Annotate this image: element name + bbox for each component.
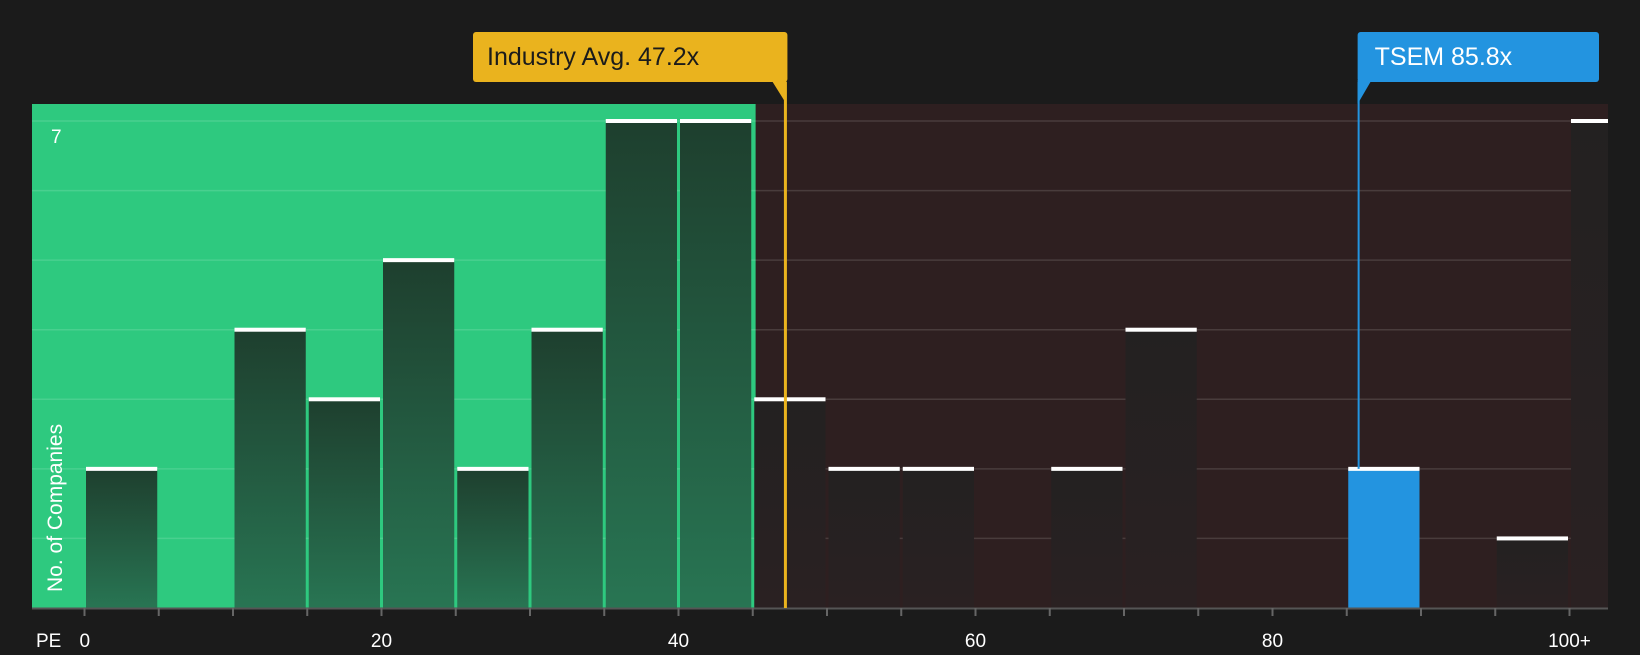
histogram-bar-top: [1051, 466, 1123, 471]
x-tick-label: 80: [1262, 631, 1283, 650]
histogram-bar-top: [1571, 119, 1608, 123]
histogram-bar-top: [234, 327, 306, 332]
histogram-bar-top: [754, 397, 826, 402]
y-tick-label: 7: [51, 127, 62, 148]
histogram-bar: [1125, 329, 1197, 608]
histogram-bar: [754, 399, 826, 608]
histogram-bar: [531, 329, 603, 608]
histogram-bar: [1348, 468, 1420, 608]
histogram-bar-top: [457, 466, 529, 471]
histogram-bar-top: [680, 119, 752, 123]
company-label: TSEM 85.8x: [1375, 43, 1513, 71]
histogram-bar-top: [383, 258, 455, 263]
histogram-bar: [902, 468, 974, 608]
histogram-bar-top: [308, 397, 380, 402]
industry-avg-label: Industry Avg. 47.2x: [487, 43, 700, 71]
company-pointer: [1357, 80, 1372, 104]
histogram-bar: [828, 468, 900, 608]
y-axis-label: No. of Companies: [44, 424, 67, 592]
histogram-bar: [1571, 121, 1608, 608]
x-axis-label: PE: [36, 631, 61, 650]
histogram-bar: [605, 121, 677, 608]
histogram-bar: [680, 121, 752, 608]
histogram-bar: [308, 399, 380, 608]
histogram-bar-top: [531, 327, 603, 332]
x-tick-label: 100+: [1548, 631, 1591, 650]
histogram-bar: [457, 468, 529, 608]
histogram-bar: [234, 329, 306, 608]
x-tick-label: 0: [80, 631, 91, 650]
histogram-bar: [86, 468, 158, 608]
histogram-bar-top: [605, 119, 677, 123]
histogram-bar: [1496, 538, 1568, 608]
chart-svg: 0 20 40 60 80 100+ PE 7 No. of Companies Industry…: [32, 32, 1608, 652]
histogram-bar: [1051, 468, 1123, 608]
x-tick-label: 60: [965, 631, 986, 650]
x-tick-label: 40: [668, 631, 689, 650]
histogram-bar: [383, 260, 455, 608]
histogram-bar-top: [86, 466, 158, 471]
histogram-bar-top: [1496, 536, 1568, 541]
histogram-bar-top: [1125, 327, 1197, 332]
histogram-bar-top: [828, 466, 900, 471]
histogram-bar-top: [902, 466, 974, 471]
x-tick-label: 20: [371, 631, 392, 650]
pe-distribution-chart: 0 20 40 60 80 100+ PE 7 No. of Companies Industry…: [0, 0, 1640, 652]
